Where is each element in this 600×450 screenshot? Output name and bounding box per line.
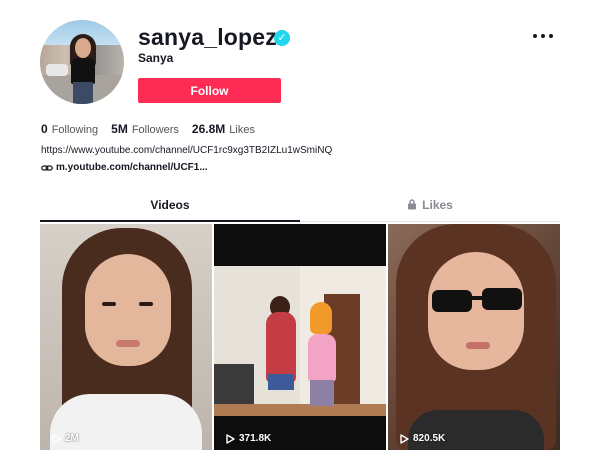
video-views-count: 371.8K (239, 433, 272, 444)
profile-username: sanya_lopez (138, 24, 277, 50)
profile-bio: https://www.youtube.com/channel/UCF1rc9x… (41, 145, 333, 156)
video-views-count: 820.5K (413, 433, 446, 444)
follow-button[interactable]: Follow (138, 78, 281, 103)
more-options-icon[interactable] (530, 28, 556, 44)
video-views-count: 2M (65, 433, 79, 444)
profile-link[interactable]: m.youtube.com/channel/UCF1... (41, 162, 208, 173)
stat-following-label: Following (51, 124, 99, 136)
tab-videos[interactable]: Videos (40, 198, 300, 222)
play-icon (52, 433, 61, 444)
verified-badge-icon: ✓ (274, 30, 290, 46)
profile-nickname: Sanya (138, 51, 174, 65)
profile-stats: 0 Following 5M Followers 26.8M Likes (41, 122, 268, 136)
stat-likes: 26.8M Likes (192, 122, 255, 136)
stat-followers-label: Followers (131, 124, 179, 136)
video-views: 371.8K (226, 433, 271, 444)
video-thumbnail-3[interactable]: 820.5K (388, 224, 560, 450)
play-icon (226, 433, 235, 444)
profile-link-text: m.youtube.com/channel/UCF1... (56, 162, 208, 173)
video-thumbnail-2[interactable]: 371.8K (214, 224, 386, 450)
lock-icon (408, 199, 417, 210)
tab-likes[interactable]: Likes (300, 198, 560, 222)
stat-likes-label: Likes (229, 124, 255, 136)
stat-following[interactable]: 0 Following (41, 122, 98, 136)
link-icon (41, 164, 53, 171)
stat-following-value: 0 (41, 122, 48, 136)
stat-likes-value: 26.8M (191, 122, 226, 136)
video-views: 820.5K (400, 433, 445, 444)
stat-followers-value: 5M (111, 122, 128, 136)
video-thumbnail-1[interactable]: 2M (40, 224, 212, 450)
video-views: 2M (52, 433, 79, 444)
stat-followers[interactable]: 5M Followers (111, 122, 179, 136)
play-icon (400, 433, 409, 444)
profile-avatar (40, 20, 124, 104)
tab-likes-label: Likes (422, 198, 453, 212)
